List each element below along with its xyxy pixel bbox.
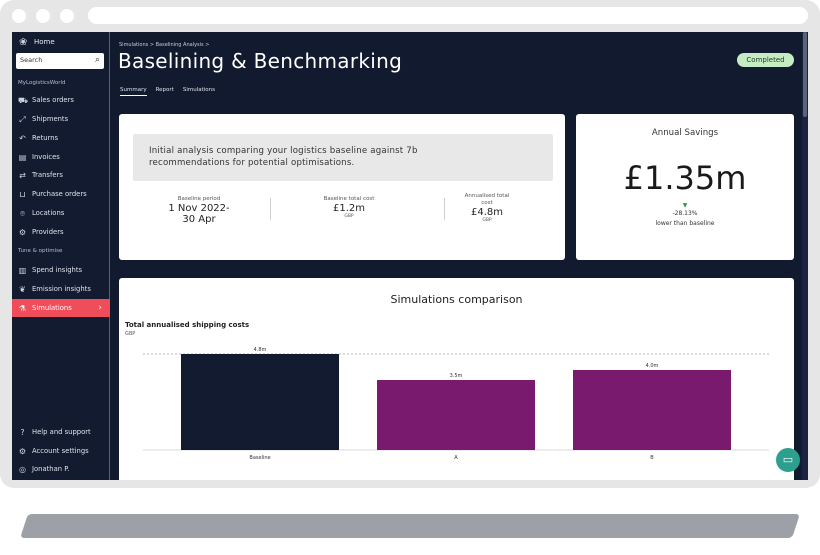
tab-summary[interactable]: Summary xyxy=(120,87,147,96)
savings-title: Annual Savings xyxy=(651,128,719,138)
category-label: A xyxy=(454,455,458,461)
chart-icon: ▥ xyxy=(18,265,27,275)
basket-icon: ⊔ xyxy=(19,189,26,199)
leaf-icon: ❦ xyxy=(19,284,26,294)
status-badge: Completed xyxy=(737,53,794,67)
intro-text: Initial analysis comparing your logistic… xyxy=(133,134,553,181)
cart-icon: ⛟ xyxy=(18,95,29,105)
bar-value-label: 4.8m xyxy=(254,347,267,353)
summary-card: Initial analysis comparing your logistic… xyxy=(119,114,565,260)
search-placeholder: Search xyxy=(20,56,43,64)
bar-b[interactable] xyxy=(573,370,731,450)
scrollbar-thumb[interactable] xyxy=(803,32,807,117)
savings-percent: -28.13% xyxy=(672,210,698,217)
search-icon[interactable]: ⌕ xyxy=(95,55,100,65)
compass-icon: ◎ xyxy=(19,464,26,474)
bar-a[interactable] xyxy=(377,380,535,450)
baseline-period: Baseline period 1 Nov 2022- 30 Apr xyxy=(168,196,230,225)
window-dot-icon[interactable] xyxy=(12,9,26,23)
pin-icon: ⌾ xyxy=(20,208,25,218)
laptop-base xyxy=(20,514,800,538)
baseline-total-cost: Baseline total cost £1.2m GBP xyxy=(323,196,375,219)
sidebar-item-invoices[interactable]: ▤ Invoices xyxy=(12,148,110,166)
category-label: B xyxy=(650,455,654,461)
sidebar-item-help[interactable]: ? Help and support xyxy=(12,423,110,441)
flask-icon: ⚗ xyxy=(18,303,27,313)
search-input[interactable]: Search ⌕ xyxy=(16,53,104,69)
savings-amount: £1.35m xyxy=(623,159,747,197)
window-dot-icon[interactable] xyxy=(36,9,50,23)
annualised-total-cost: Annualised total cost £4.8m GBP xyxy=(464,193,510,223)
down-arrow-icon: ▼ xyxy=(682,202,688,209)
tab-bar: Summary Report Simulations xyxy=(120,87,215,96)
chat-icon[interactable]: ▭ xyxy=(776,448,800,472)
sidebar-home[interactable]: Home xyxy=(34,38,55,46)
address-bar[interactable] xyxy=(88,7,808,24)
providers-icon: ⚙ xyxy=(18,227,27,237)
window-dot-icon[interactable] xyxy=(60,9,74,23)
category-label: Baseline xyxy=(249,455,270,461)
section-label-tune: Tune & optimise xyxy=(18,248,63,254)
expand-icon: ⤢ xyxy=(19,114,26,124)
transfer-icon: ⇄ xyxy=(19,170,26,180)
sidebar-item-returns[interactable]: ↶ Returns xyxy=(12,129,110,147)
sidebar-item-locations[interactable]: ⌾ Locations xyxy=(12,204,110,222)
chevron-right-icon: › xyxy=(98,303,102,313)
sidebar-item-simulations[interactable]: ⚗ Simulations › xyxy=(12,299,110,317)
sidebar-item-user[interactable]: ◎ Jonathan P. xyxy=(12,460,110,478)
sidebar-item-emission-insights[interactable]: ❦ Emission insights xyxy=(12,280,110,298)
bar-chart: 4.8m Baseline 3.5m A 4.0m B xyxy=(143,347,769,461)
page-title: Baselining & Benchmarking xyxy=(118,49,403,73)
comparison-card: Simulations comparison Total annualised … xyxy=(119,278,794,480)
org-label: MyLogisticsWorld xyxy=(18,80,66,86)
browser-toolbar xyxy=(0,0,820,32)
bar-value-label: 4.0m xyxy=(646,363,659,369)
tab-simulations[interactable]: Simulations xyxy=(183,87,215,96)
divider xyxy=(270,198,271,220)
sidebar-item-account-settings[interactable]: ⚙ Account settings xyxy=(12,442,110,460)
bar-baseline[interactable] xyxy=(181,354,339,450)
help-icon: ? xyxy=(20,427,25,437)
savings-note: lower than baseline xyxy=(655,220,715,227)
sidebar-item-purchase-orders[interactable]: ⊔ Purchase orders xyxy=(12,185,110,203)
sidebar-item-transfers[interactable]: ⇄ Transfers xyxy=(12,166,110,184)
sidebar-item-providers[interactable]: ⚙ Providers xyxy=(12,223,110,241)
bar-value-label: 3.5m xyxy=(450,373,463,379)
logo-icon[interactable]: ❀ xyxy=(19,37,28,48)
sidebar-item-spend-insights[interactable]: ▥ Spend insights xyxy=(12,261,110,279)
sidebar: ❀ Home Search ⌕ MyLogisticsWorld ⛟ Sales … xyxy=(12,32,110,480)
returns-icon: ↶ xyxy=(19,133,26,143)
browser-frame: ❀ Home Search ⌕ MyLogisticsWorld ⛟ Sales … xyxy=(0,0,820,488)
sidebar-item-sales-orders[interactable]: ⛟ Sales orders xyxy=(12,91,110,109)
invoice-icon: ▤ xyxy=(18,152,27,162)
breadcrumb[interactable]: Simulations > Baselining Analysis > xyxy=(119,42,209,48)
sidebar-item-shipments[interactable]: ⤢ Shipments xyxy=(12,110,110,128)
tab-report[interactable]: Report xyxy=(156,87,174,96)
gear-icon: ⚙ xyxy=(18,446,27,456)
savings-card: Annual Savings £1.35m ▼ -28.13% lower th… xyxy=(576,114,794,260)
app-screen: ❀ Home Search ⌕ MyLogisticsWorld ⛟ Sales … xyxy=(12,32,808,480)
